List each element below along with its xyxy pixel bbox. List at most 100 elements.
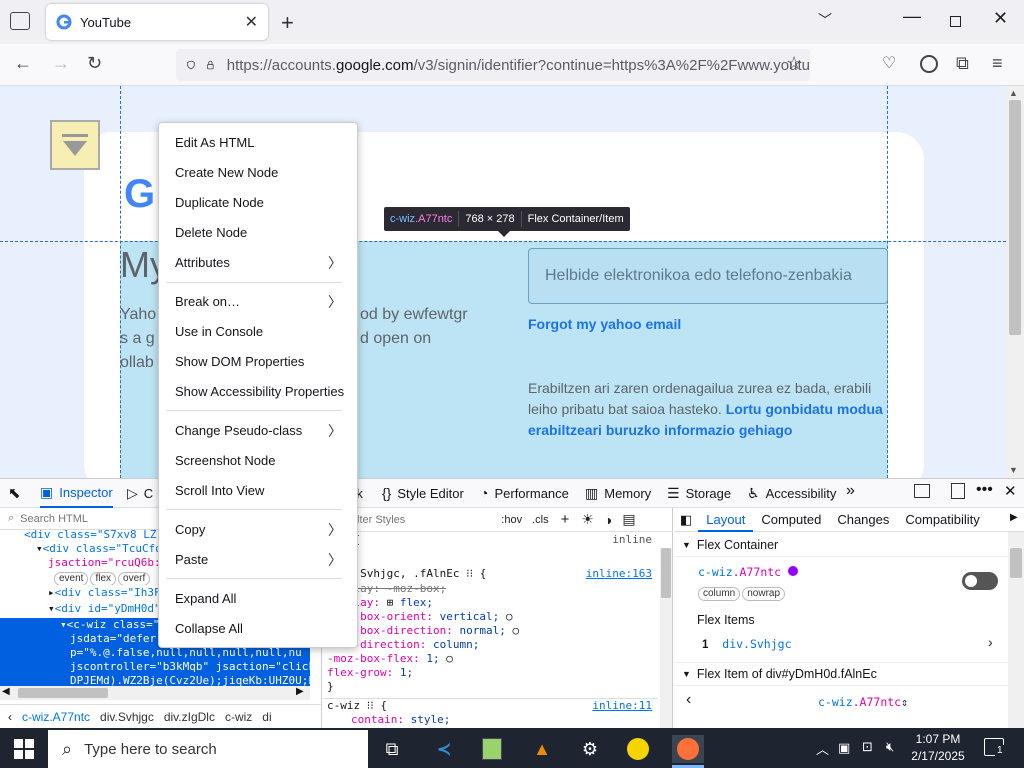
html-line-selected[interactable]: jscontroller="b3kMqb" jsaction="click:JI	[0, 660, 310, 674]
css-declaration[interactable]: -moz-box-flex: 1; ○	[323, 652, 658, 666]
task-view-icon[interactable]: ⧉	[376, 735, 408, 763]
vlc-icon[interactable]: ▲	[526, 735, 558, 763]
tab-inspector[interactable]: ▣ Inspector	[40, 478, 113, 508]
tab-storage[interactable]: ☰ Storage	[667, 478, 731, 508]
css-declaration[interactable]: display: ⊞ flex;	[323, 596, 658, 610]
devtools-menu-icon[interactable]: •••	[976, 481, 993, 499]
menu-item-show-accessibility-properties[interactable]: Show Accessibility Properties	[175, 384, 344, 399]
breadcrumb-item[interactable]: div.zIgDlc	[164, 710, 215, 724]
chevron-left-icon[interactable]: ‹	[686, 691, 691, 709]
forward-icon[interactable]: →	[52, 53, 70, 74]
menu-item-collapse-all[interactable]: Collapse All	[175, 621, 243, 636]
security-tray-icon[interactable]: ▣	[838, 740, 850, 756]
firefox-icon[interactable]	[672, 735, 704, 763]
css-declaration[interactable]: flex-direction: column;	[323, 638, 658, 652]
html-line-selected[interactable]: p="%.@.false,null,null,null,null,nu	[0, 646, 310, 660]
tab-list-icon[interactable]	[10, 12, 30, 30]
filter-styles-input[interactable]: lter Styles	[357, 514, 405, 526]
breadcrumb-item[interactable]: di	[262, 710, 271, 724]
tray-chevron-up-icon[interactable]: ︿	[816, 739, 829, 758]
css-declaration[interactable]: display: -moz-box;	[323, 582, 658, 596]
scroll-left-icon[interactable]: ◀	[2, 686, 10, 697]
css-selector[interactable]: ent {inline	[323, 533, 658, 547]
flex-container-header[interactable]: ▼ Flex Container	[674, 533, 1009, 557]
taskbar-search-input[interactable]: ⌕ Type here to search	[48, 730, 368, 768]
tab-compatibility[interactable]: Compatibility	[897, 508, 987, 532]
css-declaration[interactable]: contain: style;	[323, 713, 658, 727]
close-devtools-icon[interactable]: ✕	[1004, 482, 1017, 500]
dark-scheme-icon[interactable]: ◑	[604, 512, 612, 528]
back-icon[interactable]: ←	[14, 53, 32, 74]
volume-muted-icon[interactable]: 🔇︎	[886, 739, 894, 755]
bookmark-star-icon[interactable]: ☆	[786, 53, 802, 74]
notifications-icon[interactable]: 1	[984, 738, 1005, 756]
settings-gear-icon[interactable]: ⚙	[574, 735, 606, 763]
flex-item-selector[interactable]: c-wiz.A77ntc⇕	[818, 695, 908, 709]
network-tray-icon[interactable]: ⊡	[862, 739, 873, 755]
flex-container-element[interactable]: c-wiz.A77ntc	[698, 565, 799, 579]
scroll-down-icon[interactable]: ▼	[1009, 465, 1018, 475]
download-icon[interactable]	[50, 120, 100, 170]
scroll-up-icon[interactable]: ▲	[1009, 88, 1018, 98]
windows-start-icon[interactable]	[14, 739, 34, 759]
extensions-icon[interactable]: ⧉	[956, 53, 969, 74]
tab-memory[interactable]: ▥ Memory	[585, 478, 651, 508]
tab-youtube[interactable]: YouTube ✕	[46, 4, 268, 40]
breadcrumb-item[interactable]: div.Svhjgc	[100, 710, 154, 724]
chevron-right-icon[interactable]: ›	[988, 634, 993, 650]
toggle-sidebar-icon[interactable]: ◧	[674, 508, 698, 532]
minimize-icon[interactable]: —	[903, 6, 921, 27]
menu-item-delete-node[interactable]: Delete Node	[175, 225, 247, 240]
more-tabs-icon[interactable]: »	[846, 482, 855, 500]
css-declaration[interactable]: -moz-box-direction: normal; ○	[323, 624, 658, 638]
menu-item-paste[interactable]: Paste	[175, 552, 208, 567]
cls-button[interactable]: .cls	[532, 514, 549, 526]
scroll-right-icon[interactable]: ▶	[296, 686, 304, 697]
breadcrumb-item[interactable]: c-wiz	[225, 710, 252, 724]
dock-icon[interactable]	[951, 483, 965, 499]
close-tab-icon[interactable]: ✕	[245, 12, 258, 32]
layout-scrollbar-thumb[interactable]	[1010, 548, 1022, 578]
page-scrollbar-thumb[interactable]	[1009, 100, 1021, 335]
tracking-protection-icon[interactable]	[186, 56, 196, 74]
close-window-icon[interactable]: ✕	[993, 8, 1008, 29]
tab-style-editor[interactable]: {} Style Editor	[382, 478, 464, 508]
menu-item-change-pseudo-class[interactable]: Change Pseudo-class	[175, 423, 302, 438]
app-download-icon[interactable]	[622, 735, 654, 763]
menu-item-show-dom-properties[interactable]: Show DOM Properties	[175, 354, 304, 369]
reload-icon[interactable]: ↻	[87, 53, 102, 74]
forgot-email-link[interactable]: Forgot my yahoo email	[528, 316, 681, 332]
app-menu-icon[interactable]: ≡	[992, 53, 1003, 74]
menu-item-use-in-console[interactable]: Use in Console	[175, 324, 263, 339]
menu-item-attributes[interactable]: Attributes	[175, 255, 230, 270]
list-all-tabs-icon[interactable]: ﹀	[818, 10, 832, 30]
url-bar[interactable]: https://accounts. google.com/v3/signin/id…	[176, 49, 810, 81]
tab-computed[interactable]: Computed	[753, 508, 829, 532]
menu-item-screenshot-node[interactable]: Screenshot Node	[175, 453, 275, 468]
light-scheme-icon[interactable]: ☀	[581, 511, 594, 528]
vscode-icon[interactable]: ≺	[428, 735, 460, 763]
tab-changes[interactable]: Changes	[829, 508, 897, 532]
menu-item-copy[interactable]: Copy	[175, 522, 205, 537]
css-selector[interactable]: c-wiz ⁝⁝ {inline:11	[323, 698, 658, 712]
tab-layout[interactable]: Layout	[698, 508, 754, 532]
hov-button[interactable]: :hov	[501, 514, 522, 526]
maximize-icon[interactable]	[950, 16, 961, 27]
menu-item-break-on[interactable]: Break on…	[175, 294, 240, 309]
add-rule-icon[interactable]: +	[561, 511, 570, 528]
menu-item-scroll-into-view[interactable]: Scroll Into View	[175, 483, 264, 498]
notepad-plus-icon[interactable]	[476, 735, 508, 763]
menu-item-create-new-node[interactable]: Create New Node	[175, 165, 278, 180]
taskbar-clock[interactable]: 1:07 PM 2/17/2025	[902, 731, 974, 765]
menu-item-duplicate-node[interactable]: Duplicate Node	[175, 195, 264, 210]
print-simulation-icon[interactable]: ▤	[622, 511, 635, 528]
email-field[interactable]: Helbide elektronikoa edo telefono-zenbak…	[528, 248, 888, 304]
sidebar-more-icon[interactable]: ▶	[1010, 512, 1018, 523]
rules-scrollbar-thumb[interactable]	[661, 548, 671, 598]
tab-performance[interactable]: ◔ Performance	[480, 478, 569, 508]
menu-item-edit-as-html[interactable]: Edit As HTML	[175, 135, 254, 150]
account-icon[interactable]	[920, 55, 938, 73]
flex-item-row[interactable]: 1 div.Svhjgc	[702, 637, 792, 651]
css-declaration[interactable]: -moz-box-orient: vertical; ○	[323, 610, 658, 624]
css-selector[interactable]: tc, .Svhjgc, .fAlnEc ⁝⁝ {inline:163	[323, 567, 658, 581]
